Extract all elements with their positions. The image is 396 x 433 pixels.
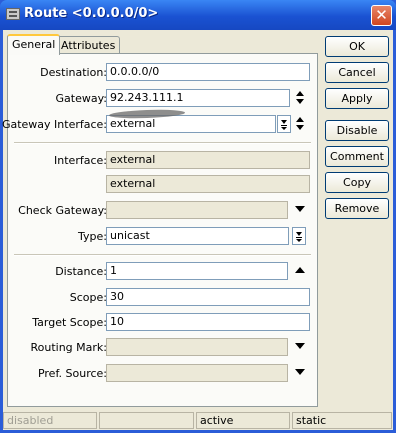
- gateway-interface-label: Gateway Interface:: [1, 118, 107, 131]
- type-label: Type:: [78, 230, 107, 243]
- interface-value-2: external: [106, 175, 310, 193]
- gateway-input[interactable]: 92.243.111.1: [106, 89, 290, 107]
- distance-label: Distance:: [55, 265, 107, 278]
- pref-source-dropdown-icon[interactable]: [295, 369, 305, 375]
- distance-row: Distance: 1: [8, 262, 319, 282]
- interface-row-2: external: [8, 175, 319, 195]
- routing-mark-select[interactable]: [106, 338, 288, 356]
- interface-value: external: [106, 151, 310, 169]
- apply-button[interactable]: Apply: [325, 88, 389, 109]
- gateway-interface-stepper-icon[interactable]: [296, 117, 306, 131]
- routing-mark-row: Routing Mark:: [8, 338, 319, 358]
- check-gateway-select[interactable]: [106, 201, 288, 219]
- check-gateway-label: Check Gateway:: [18, 204, 107, 217]
- scope-input[interactable]: 30: [106, 288, 310, 306]
- status-enabled: disabled: [3, 412, 97, 429]
- routing-mark-dropdown-icon[interactable]: [295, 343, 305, 349]
- scope-label: Scope:: [69, 291, 107, 304]
- scope-row: Scope: 30: [8, 288, 319, 308]
- tab-attributes[interactable]: Attributes: [56, 36, 121, 54]
- gateway-stepper-icon[interactable]: [296, 91, 306, 105]
- gateway-label: Gateway:: [55, 92, 108, 105]
- target-scope-row: Target Scope: 10: [8, 313, 319, 333]
- disable-button[interactable]: Disable: [325, 120, 389, 141]
- pref-source-select[interactable]: [106, 364, 288, 382]
- status-active: active: [196, 412, 290, 429]
- destination-input[interactable]: 0.0.0.0/0: [106, 63, 310, 81]
- target-scope-input[interactable]: 10: [106, 313, 310, 331]
- check-gateway-row: Check Gateway:: [8, 201, 319, 221]
- close-button[interactable]: ✕: [371, 5, 392, 26]
- destination-label: Destination:: [40, 66, 107, 79]
- general-panel: Destination: 0.0.0.0/0 Gateway: 92.243.1…: [2, 53, 319, 407]
- status-blank: [99, 412, 194, 429]
- cancel-button[interactable]: Cancel: [325, 62, 389, 83]
- pref-source-row: Pref. Source:: [8, 364, 319, 384]
- distance-collapse-icon[interactable]: [295, 267, 305, 273]
- dialog-body: General Attributes Destination: 0.0.0.0/…: [2, 30, 393, 430]
- check-gateway-dropdown-icon[interactable]: [295, 206, 305, 212]
- tab-general[interactable]: General: [7, 34, 61, 55]
- pref-source-label: Pref. Source:: [37, 367, 107, 380]
- comment-button[interactable]: Comment: [325, 146, 389, 167]
- status-bar: disabled active static: [3, 410, 393, 430]
- distance-input[interactable]: 1: [106, 262, 288, 280]
- copy-button[interactable]: Copy: [325, 172, 389, 193]
- type-row: Type: unicast: [8, 227, 319, 247]
- gateway-interface-row: Gateway Interface: external: [2, 115, 319, 135]
- gateway-row: Gateway: 92.243.111.1: [8, 89, 319, 109]
- destination-row: Destination: 0.0.0.0/0: [8, 63, 319, 83]
- status-static: static: [292, 412, 392, 429]
- interface-label: Interface:: [54, 154, 107, 167]
- divider-2: [14, 254, 311, 256]
- ok-button[interactable]: OK: [325, 36, 389, 57]
- type-select[interactable]: unicast: [106, 227, 289, 245]
- gateway-interface-dropdown-icon[interactable]: [277, 115, 291, 133]
- divider: [14, 142, 311, 144]
- target-scope-label: Target Scope:: [32, 316, 107, 329]
- type-dropdown-icon[interactable]: [292, 227, 306, 245]
- window-icon: [6, 8, 20, 20]
- remove-button[interactable]: Remove: [325, 198, 389, 219]
- title-bar[interactable]: Route <0.0.0.0/0> ✕: [0, 0, 396, 30]
- routing-mark-label: Routing Mark:: [30, 341, 107, 354]
- window-title: Route <0.0.0.0/0>: [24, 6, 159, 21]
- route-window: Route <0.0.0.0/0> ✕ General Attributes D…: [0, 0, 396, 433]
- interface-row: Interface: external: [8, 151, 319, 171]
